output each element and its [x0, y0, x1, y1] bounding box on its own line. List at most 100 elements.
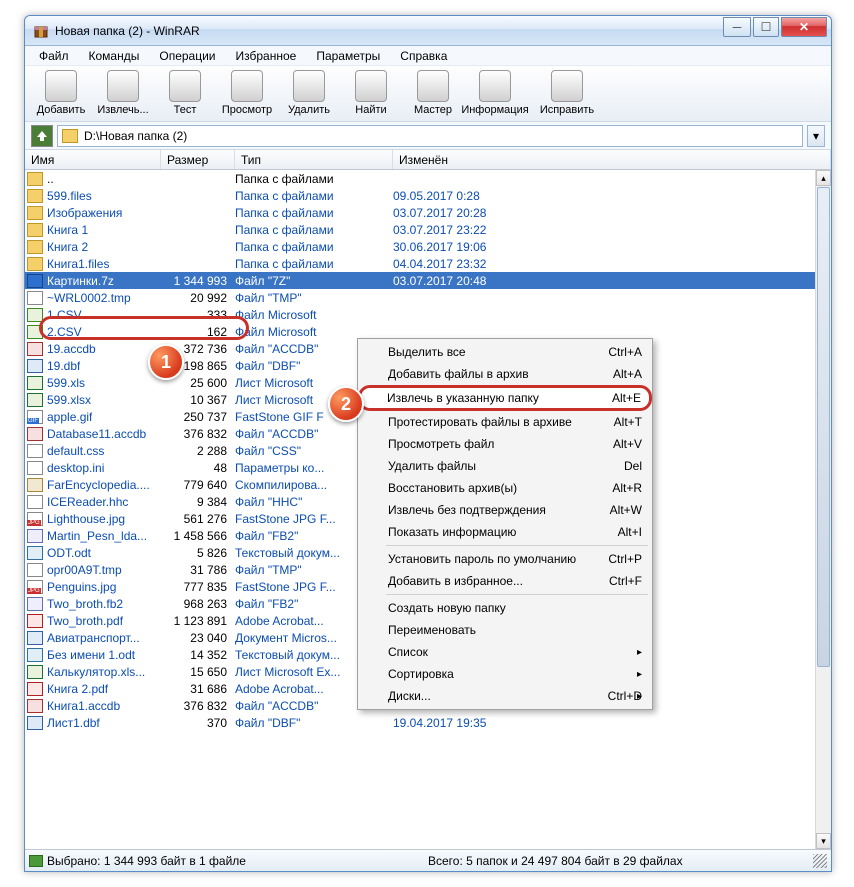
file-row[interactable]: 599.filesПапка с файлами09.05.2017 0:28	[25, 187, 815, 204]
close-button[interactable]: ✕	[781, 17, 827, 37]
file-row[interactable]: Картинки.7z1 344 993Файл "7Z"03.07.2017 …	[25, 272, 815, 289]
scrollbar[interactable]: ▴ ▾	[815, 170, 831, 849]
menu-item[interactable]: Добавить файлы в архивAlt+A	[360, 363, 650, 385]
toolbar-Тест[interactable]: Тест	[155, 68, 215, 120]
file-row[interactable]: ~WRL0002.tmp20 992Файл "TMP"	[25, 289, 815, 306]
file-name: Изображения	[47, 206, 122, 220]
scroll-thumb[interactable]	[817, 187, 830, 667]
toolbar-icon	[293, 70, 325, 102]
css-icon	[27, 444, 43, 458]
app-icon	[33, 23, 49, 39]
toolbar-Просмотр[interactable]: Просмотр	[217, 68, 277, 120]
accdb-icon	[27, 342, 43, 356]
toolbar-Исправить[interactable]: Исправить	[537, 68, 597, 120]
address-field[interactable]: D:\Новая папка (2)	[57, 125, 803, 147]
menu-item[interactable]: Переименовать	[360, 619, 650, 641]
menu-item[interactable]: Выделить всеCtrl+A	[360, 341, 650, 363]
jpg-icon	[27, 580, 43, 594]
menu-operations[interactable]: Операции	[151, 47, 223, 65]
toolbar-icon	[169, 70, 201, 102]
resize-grip[interactable]	[813, 854, 827, 868]
menu-file[interactable]: Файл	[31, 47, 77, 65]
menu-label: Извлечь без подтверждения	[388, 503, 546, 517]
menu-help[interactable]: Справка	[392, 47, 455, 65]
file-row[interactable]: Книга1.filesПапка с файлами04.04.2017 23…	[25, 255, 815, 272]
menu-commands[interactable]: Команды	[81, 47, 148, 65]
menu-shortcut: Alt+E	[612, 391, 641, 405]
folder-icon	[27, 240, 43, 254]
file-row[interactable]: Книга 1 Папка с файлами03.07.2017 23:22	[25, 221, 815, 238]
menu-shortcut: Ctrl+D	[608, 689, 642, 703]
file-name: Книга 1	[47, 223, 88, 237]
file-size: 370	[161, 716, 235, 730]
col-date[interactable]: Изменён	[393, 150, 831, 169]
toolbar-Мастер[interactable]: Мастер	[403, 68, 463, 120]
file-type: Папка с файлами	[235, 206, 393, 220]
accdb-icon	[27, 699, 43, 713]
scroll-down-button[interactable]: ▾	[816, 833, 831, 849]
menu-item[interactable]: Извлечь в указанную папкуAlt+E	[358, 385, 652, 411]
menu-item[interactable]: Восстановить архив(ы)Alt+R	[360, 477, 650, 499]
file-date: 19.04.2017 19:35	[393, 716, 815, 730]
file-type: Папка с файлами	[235, 189, 393, 203]
toolbar-label: Удалить	[288, 104, 330, 116]
window-title: Новая папка (2) - WinRAR	[55, 24, 723, 38]
file-size: 968 263	[161, 597, 235, 611]
file-size: 31 686	[161, 682, 235, 696]
folder-icon	[62, 129, 78, 143]
file-name: ~WRL0002.tmp	[47, 291, 131, 305]
address-dropdown[interactable]: ▾	[807, 125, 825, 147]
file-name: 19.accdb	[47, 342, 96, 356]
menu-item[interactable]: Создать новую папку	[360, 597, 650, 619]
toolbar: ДобавитьИзвлечь...ТестПросмотр Удалить Най…	[25, 66, 831, 122]
odt-icon	[27, 546, 43, 560]
file-type: Файл Microsoft	[235, 308, 393, 322]
menu-item[interactable]: Удалить файлыDel	[360, 455, 650, 477]
scroll-up-button[interactable]: ▴	[816, 170, 831, 186]
file-type: Папка с файлами	[235, 223, 393, 237]
menu-item[interactable]: Список	[360, 641, 650, 663]
toolbar-Извлечь...[interactable]: Извлечь...	[93, 68, 153, 120]
file-name: ICEReader.hhc	[47, 495, 128, 509]
up-button[interactable]	[31, 125, 53, 147]
toolbar-Найти[interactable]: Найти	[341, 68, 401, 120]
file-date: 30.06.2017 19:06	[393, 240, 815, 254]
file-row[interactable]: ИзображенияПапка с файлами03.07.2017 20:…	[25, 204, 815, 221]
file-row[interactable]: ..Папка с файлами	[25, 170, 815, 187]
file-name: FarEncyclopedia....	[47, 478, 150, 492]
menu-label: Добавить в избранное...	[388, 574, 523, 588]
odt-icon	[27, 648, 43, 662]
menu-item[interactable]: Добавить в избранное...Ctrl+F	[360, 570, 650, 592]
col-type[interactable]: Тип	[235, 150, 393, 169]
file-date: 03.07.2017 20:48	[393, 274, 815, 288]
file-date: 03.07.2017 23:22	[393, 223, 815, 237]
maximize-button[interactable]: ☐	[753, 17, 779, 37]
folder-icon	[27, 189, 43, 203]
toolbar-Удалить[interactable]: Удалить	[279, 68, 339, 120]
folder-icon	[27, 206, 43, 220]
file-name: Картинки.7z	[47, 274, 114, 288]
menu-label: Добавить файлы в архив	[388, 367, 529, 381]
menu-item[interactable]: Просмотреть файлAlt+V	[360, 433, 650, 455]
menu-item[interactable]: Установить пароль по умолчаниюCtrl+P	[360, 548, 650, 570]
menu-item[interactable]: Протестировать файлы в архивеAlt+T	[360, 411, 650, 433]
col-name[interactable]: Имя	[25, 150, 161, 169]
menu-item[interactable]: Показать информациюAlt+I	[360, 521, 650, 543]
file-row[interactable]: Книга 2Папка с файлами30.06.2017 19:06	[25, 238, 815, 255]
toolbar-Добавить[interactable]: Добавить	[31, 68, 91, 120]
menu-item[interactable]: Диски...Ctrl+D	[360, 685, 650, 707]
titlebar[interactable]: Новая папка (2) - WinRAR ─ ☐ ✕	[25, 16, 831, 46]
col-size[interactable]: Размер	[161, 150, 235, 169]
folder-icon	[27, 172, 43, 186]
menu-favorites[interactable]: Избранное	[228, 47, 305, 65]
folder-icon	[27, 257, 43, 271]
file-row[interactable]: Лист1.dbf370Файл "DBF"19.04.2017 19:35	[25, 714, 815, 731]
jpg-icon	[27, 512, 43, 526]
menu-item[interactable]: Извлечь без подтвержденияAlt+W	[360, 499, 650, 521]
toolbar-icon	[479, 70, 511, 102]
file-name: default.css	[47, 444, 104, 458]
menu-params[interactable]: Параметры	[308, 47, 388, 65]
toolbar-Информация[interactable]: Информация	[465, 68, 525, 120]
minimize-button[interactable]: ─	[723, 17, 751, 37]
menu-item[interactable]: Сортировка	[360, 663, 650, 685]
